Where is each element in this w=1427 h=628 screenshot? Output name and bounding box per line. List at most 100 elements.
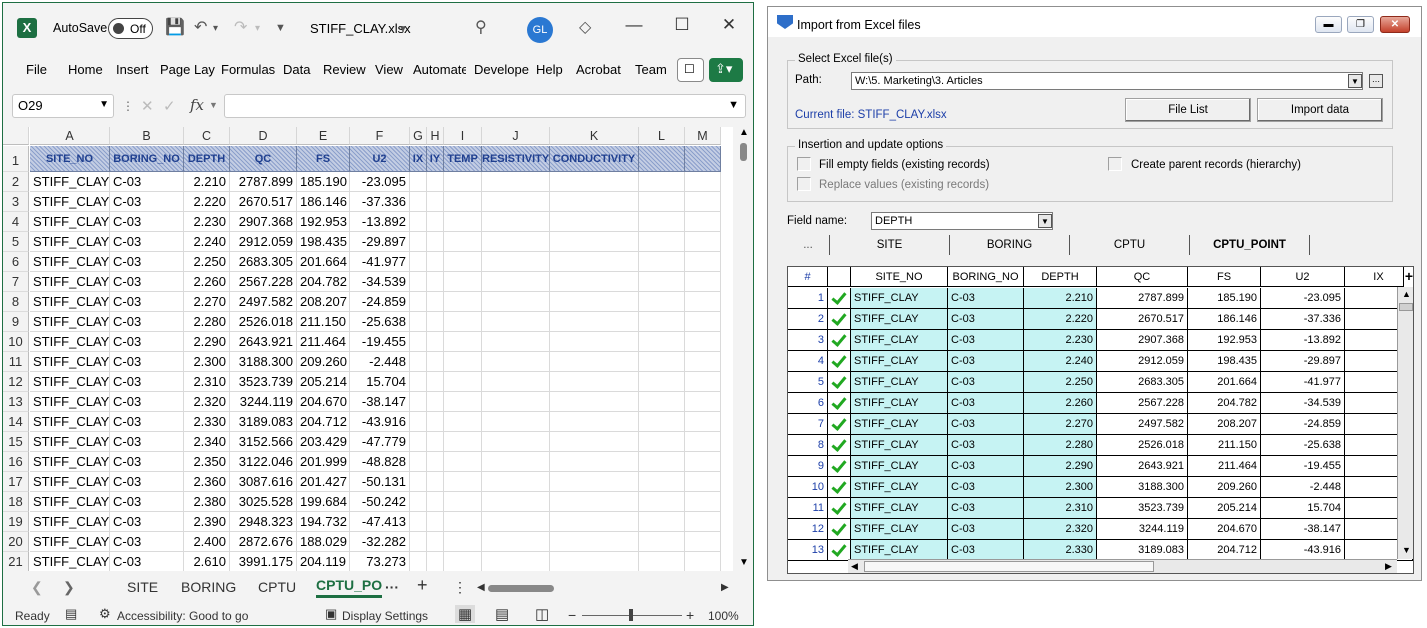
table-cell[interactable]: 2683.305 <box>230 252 297 272</box>
path-dropdown-icon[interactable]: ▼ <box>1348 74 1362 88</box>
header-cell[interactable]: U2 <box>350 146 410 172</box>
dialog-hscroll-thumb[interactable] <box>864 561 1154 572</box>
table-cell[interactable]: 3523.739 <box>230 372 297 392</box>
grid-cell[interactable]: 2643.921 <box>1097 456 1188 477</box>
hscroll-left-icon[interactable]: ◀ <box>477 582 485 593</box>
table-cell[interactable] <box>410 372 427 392</box>
table-cell[interactable]: 2.380 <box>184 492 230 512</box>
table-cell[interactable]: 3244.119 <box>230 392 297 412</box>
table-cell[interactable] <box>639 372 685 392</box>
grid-cell[interactable]: 186.146 <box>1188 309 1261 330</box>
table-cell[interactable] <box>639 352 685 372</box>
table-cell[interactable]: 203.429 <box>297 432 350 452</box>
table-cell[interactable]: 3025.528 <box>230 492 297 512</box>
table-cell[interactable]: -47.779 <box>350 432 410 452</box>
table-cell[interactable] <box>685 212 721 232</box>
grid-cell[interactable]: -37.336 <box>1261 309 1345 330</box>
table-cell[interactable] <box>410 312 427 332</box>
ribbon-tab-view[interactable]: View <box>375 62 403 77</box>
table-cell[interactable] <box>685 552 721 571</box>
table-cell[interactable]: C-03 <box>110 232 184 252</box>
table-cell[interactable]: STIFF_CLAY <box>30 392 110 412</box>
table-cell[interactable] <box>550 272 639 292</box>
grid-row-number[interactable]: 10 <box>788 477 828 498</box>
dialog-scroll-thumb[interactable] <box>1399 303 1413 311</box>
table-cell[interactable]: -38.147 <box>350 392 410 412</box>
maximize-icon[interactable]: ☐ <box>667 15 697 35</box>
grid-cell[interactable]: STIFF_CLAY <box>851 288 948 309</box>
ribbon-tab-formulas[interactable]: Formulas <box>221 62 275 77</box>
grid-cell[interactable]: 211.150 <box>1188 435 1261 456</box>
table-cell[interactable] <box>410 212 427 232</box>
table-tab-more[interactable]: ... <box>787 235 830 255</box>
table-cell[interactable]: C-03 <box>110 332 184 352</box>
grid-cell[interactable]: 209.260 <box>1188 477 1261 498</box>
grid-cell[interactable]: 2.310 <box>1024 498 1097 519</box>
table-cell[interactable]: 199.684 <box>297 492 350 512</box>
import-data-button[interactable]: Import data <box>1257 98 1383 122</box>
table-cell[interactable] <box>550 432 639 452</box>
table-cell[interactable] <box>482 312 550 332</box>
grid-cell[interactable]: 198.435 <box>1188 351 1261 372</box>
table-cell[interactable]: STIFF_CLAY <box>30 212 110 232</box>
table-cell[interactable]: C-03 <box>110 552 184 571</box>
table-cell[interactable]: 2.340 <box>184 432 230 452</box>
accessibility-status[interactable]: Accessibility: Good to go <box>117 609 248 623</box>
table-cell[interactable]: -19.455 <box>350 332 410 352</box>
import-preview-grid[interactable]: # SITE_NO BORING_NO DEPTH QC FS U2 IX 1 STIFF_CL… <box>787 266 1414 574</box>
table-cell[interactable] <box>444 372 482 392</box>
grid-cell[interactable]: -43.916 <box>1261 540 1345 561</box>
table-cell[interactable]: STIFF_CLAY <box>30 412 110 432</box>
page-break-view-icon[interactable]: ◫ <box>535 605 549 623</box>
row-header[interactable]: 21 <box>3 552 29 571</box>
table-cell[interactable] <box>427 372 444 392</box>
table-cell[interactable]: 204.712 <box>297 412 350 432</box>
scroll-up-icon[interactable]: ▲ <box>739 127 749 138</box>
grid-cell[interactable]: 2912.059 <box>1097 351 1188 372</box>
column-header-e[interactable]: E <box>297 127 350 145</box>
table-cell[interactable] <box>482 552 550 571</box>
zoom-in-button[interactable]: + <box>686 607 694 623</box>
table-cell[interactable]: 2.250 <box>184 252 230 272</box>
fx-dropdown-icon[interactable]: ▼ <box>209 100 218 110</box>
table-cell[interactable]: 208.207 <box>297 292 350 312</box>
page-layout-view-icon[interactable]: ▤ <box>495 605 509 623</box>
table-cell[interactable] <box>427 452 444 472</box>
row-header[interactable]: 19 <box>3 512 29 532</box>
table-cell[interactable] <box>410 472 427 492</box>
grid-cell[interactable]: -24.859 <box>1261 414 1345 435</box>
grid-row-number[interactable]: 3 <box>788 330 828 351</box>
table-cell[interactable] <box>550 352 639 372</box>
table-cell[interactable] <box>410 532 427 552</box>
table-cell[interactable] <box>444 212 482 232</box>
table-cell[interactable] <box>685 312 721 332</box>
table-cell[interactable]: 2670.517 <box>230 192 297 212</box>
row-header[interactable]: 1 <box>3 146 29 172</box>
table-cell[interactable]: -50.242 <box>350 492 410 512</box>
table-cell[interactable] <box>427 292 444 312</box>
table-cell[interactable]: 3152.566 <box>230 432 297 452</box>
table-cell[interactable] <box>685 232 721 252</box>
grid-cell[interactable]: C-03 <box>948 414 1024 435</box>
table-cell[interactable]: STIFF_CLAY <box>30 192 110 212</box>
grid-cell[interactable]: 3244.119 <box>1097 519 1188 540</box>
table-cell[interactable] <box>444 272 482 292</box>
table-cell[interactable] <box>482 512 550 532</box>
header-cell[interactable]: RESISTIVITY <box>482 146 550 172</box>
grid-cell[interactable]: 205.214 <box>1188 498 1261 519</box>
grid-cell[interactable]: -2.448 <box>1261 477 1345 498</box>
table-cell[interactable] <box>685 352 721 372</box>
table-cell[interactable] <box>410 412 427 432</box>
column-header-b[interactable]: B <box>110 127 184 145</box>
grid-cell[interactable]: -41.977 <box>1261 372 1345 393</box>
table-cell[interactable] <box>685 452 721 472</box>
table-cell[interactable] <box>639 452 685 472</box>
more-options-icon[interactable]: ⋮ <box>122 99 134 113</box>
name-box[interactable]: O29 ▼ <box>12 94 114 118</box>
table-cell[interactable] <box>427 232 444 252</box>
dialog-vertical-scrollbar[interactable]: ▲ ▼ <box>1397 287 1413 559</box>
table-cell[interactable] <box>482 332 550 352</box>
table-cell[interactable] <box>410 272 427 292</box>
redo-dropdown-icon[interactable]: ▾ <box>255 23 260 34</box>
table-cell[interactable] <box>444 352 482 372</box>
